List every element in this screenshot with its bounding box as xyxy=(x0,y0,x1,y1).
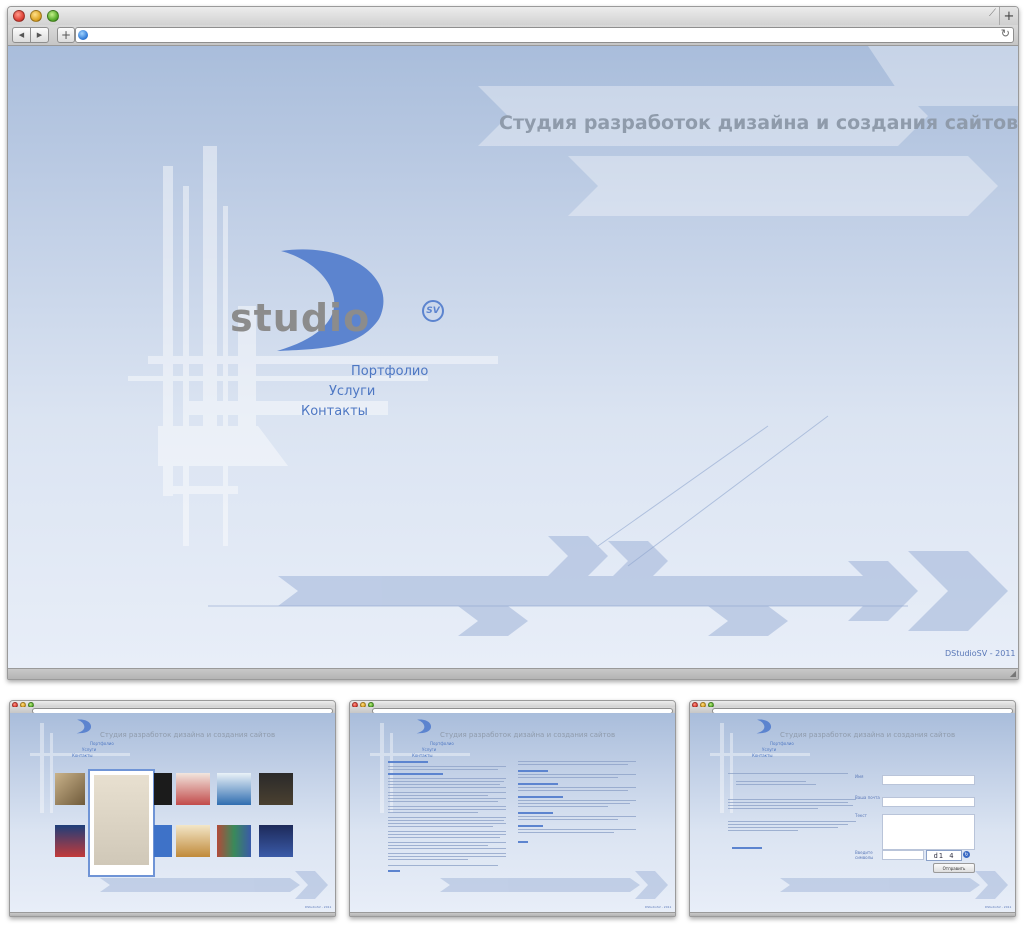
background-decoration xyxy=(30,723,328,899)
contact-info-text xyxy=(728,773,858,863)
title-bar: ⟋ + xyxy=(8,7,1018,25)
send-button[interactable]: Отправить xyxy=(933,863,975,873)
nav-portfolio[interactable]: Портфолио xyxy=(430,741,454,746)
site-title: Студия разработок дизайна и создания сай… xyxy=(499,112,1018,134)
page-viewport: Студия разработок дизайна и создания сай… xyxy=(350,713,675,913)
zoom-icon[interactable] xyxy=(47,10,59,22)
resize-grip-icon[interactable]: ◢ xyxy=(1010,670,1016,678)
email-field[interactable] xyxy=(882,797,975,807)
forward-button[interactable]: ▶ xyxy=(30,28,48,42)
portfolio-thumbnail[interactable] xyxy=(176,825,210,857)
nav-portfolio[interactable]: Портфолио xyxy=(90,741,114,746)
portfolio-thumbnail[interactable] xyxy=(55,773,85,805)
main-browser-window: ⟋ + ◀ ▶ + ↻ Студия разработок дизайна и … xyxy=(7,6,1019,680)
status-bar: ◢ xyxy=(8,668,1018,679)
portfolio-thumbnail[interactable] xyxy=(217,773,251,805)
portfolio-thumbnail[interactable] xyxy=(176,773,210,805)
name-label: Имя xyxy=(855,774,864,779)
site-title: Студия разработок дизайна и создания сай… xyxy=(100,731,276,739)
background-decoration xyxy=(128,46,1018,636)
status-bar xyxy=(690,912,1015,916)
email-label: Ваша почта xyxy=(855,795,880,800)
logo-text: studio xyxy=(230,296,371,340)
refresh-captcha-icon[interactable]: ↻ xyxy=(963,851,970,858)
reload-icon[interactable]: ↻ xyxy=(1001,27,1010,40)
studio-logo xyxy=(756,719,772,734)
studio-logo xyxy=(416,719,432,734)
services-text-column-right xyxy=(518,761,638,851)
footer-copyright: DStudioSV - 2011 xyxy=(985,905,1012,909)
nav-contacts[interactable]: Контакты xyxy=(301,404,368,419)
portfolio-thumbnail[interactable] xyxy=(259,773,293,805)
plus-icon: + xyxy=(1003,8,1015,24)
nav-services[interactable]: Услуги xyxy=(82,747,96,752)
preview-window-services: Студия разработок дизайна и создания сай… xyxy=(349,700,676,917)
captcha-input[interactable] xyxy=(882,850,924,860)
close-icon[interactable] xyxy=(13,10,25,22)
status-bar xyxy=(350,912,675,916)
text-label: Текст xyxy=(855,813,867,818)
plus-icon: + xyxy=(60,28,72,42)
status-bar xyxy=(10,912,335,916)
nav-services[interactable]: Услуги xyxy=(762,747,776,752)
portfolio-thumbnail[interactable] xyxy=(217,825,251,857)
services-text-column-left xyxy=(388,761,508,876)
nav-portfolio[interactable]: Портфолио xyxy=(351,364,428,379)
page-viewport: Студия разработок дизайна и создания сай… xyxy=(8,46,1018,669)
studio-logo xyxy=(76,719,92,734)
new-tab-button[interactable]: + xyxy=(999,7,1018,25)
portfolio-thumbnail[interactable] xyxy=(154,773,172,805)
nav-services[interactable]: Услуги xyxy=(329,384,375,399)
preview-window-portfolio: Студия разработок дизайна и создания сай… xyxy=(9,700,336,917)
nav-services[interactable]: Услуги xyxy=(422,747,436,752)
message-textarea[interactable] xyxy=(882,814,975,850)
nav-portfolio[interactable]: Портфолио xyxy=(770,741,794,746)
footer-copyright: DStudioSV - 2011 xyxy=(305,905,332,909)
page-viewport: Студия разработок дизайна и создания сай… xyxy=(690,713,1015,913)
back-arrow-icon: ◀ xyxy=(18,31,25,39)
footer-copyright: DStudioSV - 2011 xyxy=(645,905,672,909)
traffic-lights xyxy=(13,10,59,22)
address-bar[interactable]: ↻ xyxy=(75,27,1014,43)
forward-arrow-icon: ▶ xyxy=(36,31,43,39)
globe-icon xyxy=(78,30,88,40)
nav-buttons: ◀ ▶ xyxy=(12,27,49,43)
site-title: Студия разработок дизайна и создания сай… xyxy=(440,731,616,739)
minimize-icon[interactable] xyxy=(30,10,42,22)
nav-contacts[interactable]: Контакты xyxy=(412,753,433,758)
logo-badge: SV xyxy=(422,300,444,322)
preview-window-contacts: Студия разработок дизайна и создания сай… xyxy=(689,700,1016,917)
name-field[interactable] xyxy=(882,775,975,785)
site-title: Студия разработок дизайна и создания сай… xyxy=(780,731,956,739)
portfolio-thumbnail-featured[interactable] xyxy=(88,769,155,877)
back-button[interactable]: ◀ xyxy=(13,28,30,42)
captcha-image: d1 4 xyxy=(926,850,962,861)
page-viewport: Студия разработок дизайна и создания сай… xyxy=(10,713,335,913)
toolbar: ◀ ▶ + ↻ xyxy=(8,25,1018,46)
nav-contacts[interactable]: Контакты xyxy=(752,753,773,758)
nav-contacts[interactable]: Контакты xyxy=(72,753,93,758)
overflow-icon[interactable]: ⟋ xyxy=(989,8,996,19)
portfolio-thumbnail[interactable] xyxy=(259,825,293,857)
footer-copyright: DStudioSV - 2011 xyxy=(945,649,1016,658)
portfolio-thumbnail[interactable] xyxy=(154,825,172,857)
add-bookmark-button[interactable]: + xyxy=(57,27,75,43)
captcha-label: Введите символы xyxy=(855,850,874,860)
portfolio-thumbnail[interactable] xyxy=(55,825,85,857)
